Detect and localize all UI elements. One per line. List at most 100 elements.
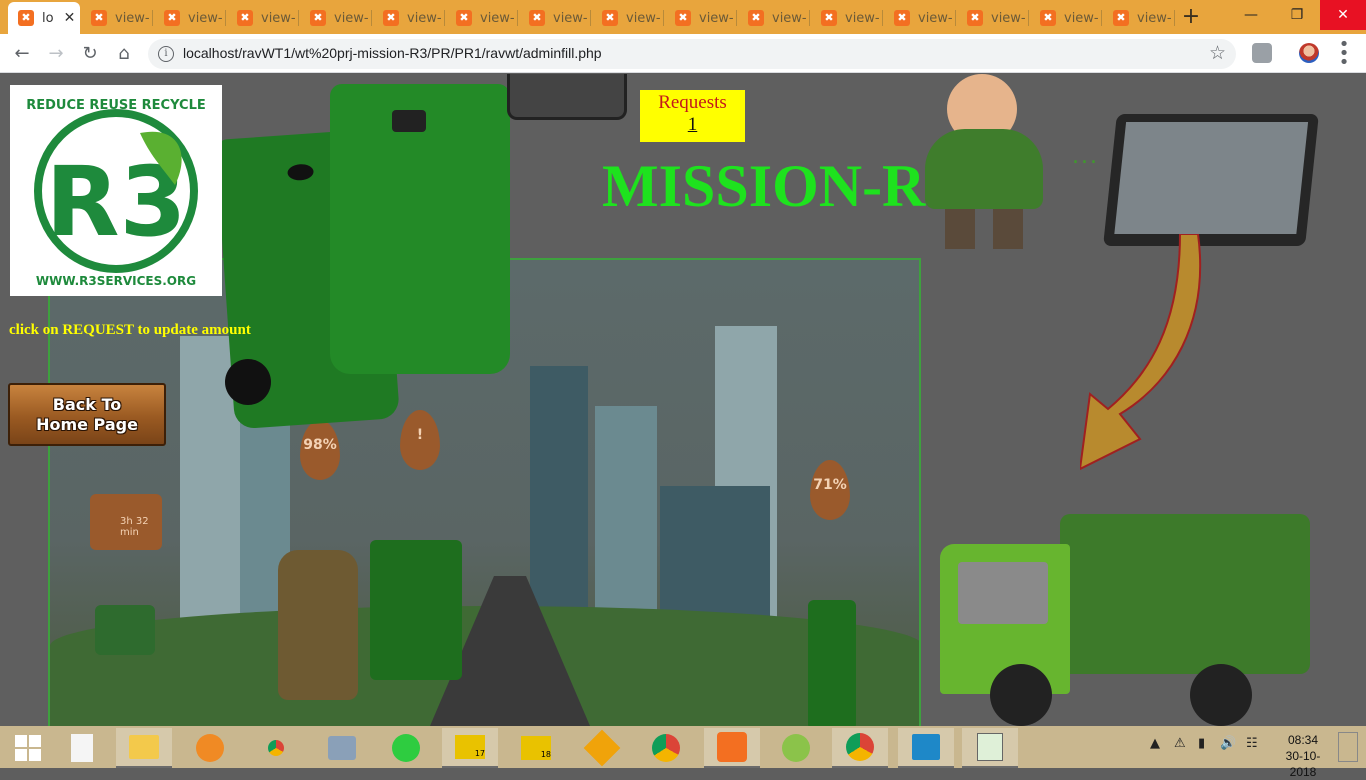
xampp-icon[interactable] xyxy=(704,728,760,768)
back-label-line2: Home Page xyxy=(36,415,138,434)
back-label-line1: Back To xyxy=(52,395,122,414)
tab-view[interactable]: ✖ view- xyxy=(738,2,810,34)
notification-icon[interactable] xyxy=(1338,732,1358,762)
clock-time: 08:34 xyxy=(1287,733,1319,747)
tab-active[interactable]: ✖ lo ✕ xyxy=(8,2,80,34)
network-error-icon[interactable]: ⚠ xyxy=(1174,736,1186,751)
tab-label: view- xyxy=(1064,10,1099,26)
tab-label: lo xyxy=(42,10,54,26)
uc-browser-icon[interactable] xyxy=(182,728,238,768)
vs-code-icon[interactable] xyxy=(574,728,630,768)
close-window-icon[interactable]: ✕ xyxy=(1320,0,1366,30)
xampp-favicon-icon: ✖ xyxy=(237,10,253,26)
xampp-favicon-icon: ✖ xyxy=(1113,10,1129,26)
bookmark-star-icon[interactable]: ☆ xyxy=(1209,42,1226,64)
windows-logo-icon xyxy=(15,735,41,761)
sync-app-icon[interactable] xyxy=(378,728,434,768)
green-bin xyxy=(370,540,462,680)
file-explorer-icon[interactable] xyxy=(116,728,172,768)
requests-box: Requests 1 xyxy=(640,90,745,142)
garbage-truck-illustration xyxy=(940,514,1312,726)
dots-decoration: ... xyxy=(1072,144,1099,169)
forward-arrow-icon[interactable]: → xyxy=(44,42,68,66)
tab-view[interactable]: ✖ view- xyxy=(1030,2,1102,34)
notepad-icon[interactable] xyxy=(962,728,1018,768)
xampp-favicon-icon: ✖ xyxy=(456,10,472,26)
extension-icon[interactable] xyxy=(1252,43,1272,63)
labview-18-icon[interactable]: 18 xyxy=(508,728,564,768)
chrome-icon[interactable] xyxy=(638,728,694,768)
reload-icon[interactable]: ↻ xyxy=(78,42,102,66)
file-icon[interactable] xyxy=(54,728,110,768)
worker-illustration xyxy=(925,74,1043,249)
address-bar[interactable]: i localhost/ravWT1/wt%20prj-mission-R3/P… xyxy=(148,39,1236,69)
minimize-icon[interactable]: — xyxy=(1228,0,1274,30)
maximize-icon[interactable]: ❐ xyxy=(1274,0,1320,30)
tab-view[interactable]: ✖ view- xyxy=(1103,2,1175,34)
tab-view[interactable]: ✖ view- xyxy=(81,2,153,34)
instruction-text: click on REQUEST to update amount xyxy=(9,322,251,338)
tab-label: view- xyxy=(845,10,880,26)
bin-wheel xyxy=(225,359,271,405)
close-tab-icon[interactable]: ✕ xyxy=(64,10,76,26)
tab-view[interactable]: ✖ view- xyxy=(154,2,226,34)
tab-view[interactable]: ✖ view- xyxy=(665,2,737,34)
tab-label: view- xyxy=(553,10,588,26)
xampp-favicon-icon: ✖ xyxy=(529,10,545,26)
tab-view[interactable]: ✖ view- xyxy=(446,2,518,34)
volume-icon[interactable]: 🔊 xyxy=(1220,736,1236,751)
xampp-favicon-icon: ✖ xyxy=(967,10,983,26)
battery-icon[interactable]: ▮ xyxy=(1198,736,1205,751)
profile-avatar[interactable] xyxy=(1299,43,1319,63)
tab-view[interactable]: ✖ view- xyxy=(300,2,372,34)
xampp-favicon-icon: ✖ xyxy=(748,10,764,26)
xampp-favicon-icon: ✖ xyxy=(383,10,399,26)
tab-label: view- xyxy=(991,10,1026,26)
xampp-favicon-icon: ✖ xyxy=(1040,10,1056,26)
new-tab-button[interactable]: + xyxy=(1178,4,1204,29)
tab-label: view- xyxy=(699,10,734,26)
info-icon[interactable]: i xyxy=(158,46,174,62)
location-pin: 98% xyxy=(300,420,340,480)
tablet-map-illustration xyxy=(1103,114,1319,246)
back-to-home-button[interactable]: Back To Home Page xyxy=(8,383,166,446)
monitor-app-icon[interactable] xyxy=(314,728,370,768)
menu-dots-icon[interactable]: • • • xyxy=(1334,36,1354,72)
tray-chevron-icon[interactable]: ▲ xyxy=(1150,736,1160,751)
labview-17-icon[interactable]: 17 xyxy=(442,728,498,768)
logo-arc-text: REDUCE REUSE RECYCLE xyxy=(26,98,206,113)
browser-toolbar: ← → ↻ ⌂ i localhost/ravWT1/wt%20prj-miss… xyxy=(0,34,1366,73)
r3-logo: R3 REDUCE REUSE RECYCLE WWW.R3SERVICES.O… xyxy=(10,85,222,296)
photos-icon[interactable] xyxy=(898,728,954,768)
tab-label: view- xyxy=(115,10,150,26)
windows-taskbar: 17 18 ▲ ⚠ ▮ 🔊 ☷ 08:34 30-10-2018 xyxy=(0,726,1366,779)
start-button[interactable] xyxy=(0,728,56,768)
tab-view[interactable]: ✖ view- xyxy=(811,2,883,34)
monitor-graphic xyxy=(507,74,627,120)
tab-label: view- xyxy=(1137,10,1172,26)
url-text[interactable]: localhost/ravWT1/wt%20prj-mission-R3/PR/… xyxy=(183,45,602,61)
location-pin: ! xyxy=(400,410,440,470)
xampp-favicon-icon: ✖ xyxy=(91,10,107,26)
android-icon[interactable] xyxy=(768,728,824,768)
tab-view[interactable]: ✖ view- xyxy=(227,2,299,34)
system-clock[interactable]: 08:34 30-10-2018 xyxy=(1276,732,1330,780)
xampp-favicon-icon: ✖ xyxy=(602,10,618,26)
tab-view[interactable]: ✖ view- xyxy=(957,2,1029,34)
tab-view[interactable]: ✖ view- xyxy=(373,2,445,34)
chrome-active-icon[interactable] xyxy=(832,728,888,768)
back-arrow-icon[interactable]: ← xyxy=(10,42,34,66)
timer-bubble: 3h 32 min xyxy=(90,494,162,550)
requests-count-link[interactable]: 1 xyxy=(640,114,745,136)
clock-date: 30-10-2018 xyxy=(1285,749,1321,779)
tab-view[interactable]: ✖ view- xyxy=(884,2,956,34)
tab-view[interactable]: ✖ view- xyxy=(592,2,664,34)
tab-view[interactable]: ✖ view- xyxy=(519,2,591,34)
xampp-favicon-icon: ✖ xyxy=(821,10,837,26)
wifi-icon[interactable]: ☷ xyxy=(1246,736,1258,751)
chrome-icon[interactable] xyxy=(248,728,304,768)
home-icon[interactable]: ⌂ xyxy=(112,42,136,66)
xampp-favicon-icon: ✖ xyxy=(18,10,34,26)
logo-site-text: WWW.R3SERVICES.ORG xyxy=(36,274,196,288)
trash-can xyxy=(278,550,358,700)
